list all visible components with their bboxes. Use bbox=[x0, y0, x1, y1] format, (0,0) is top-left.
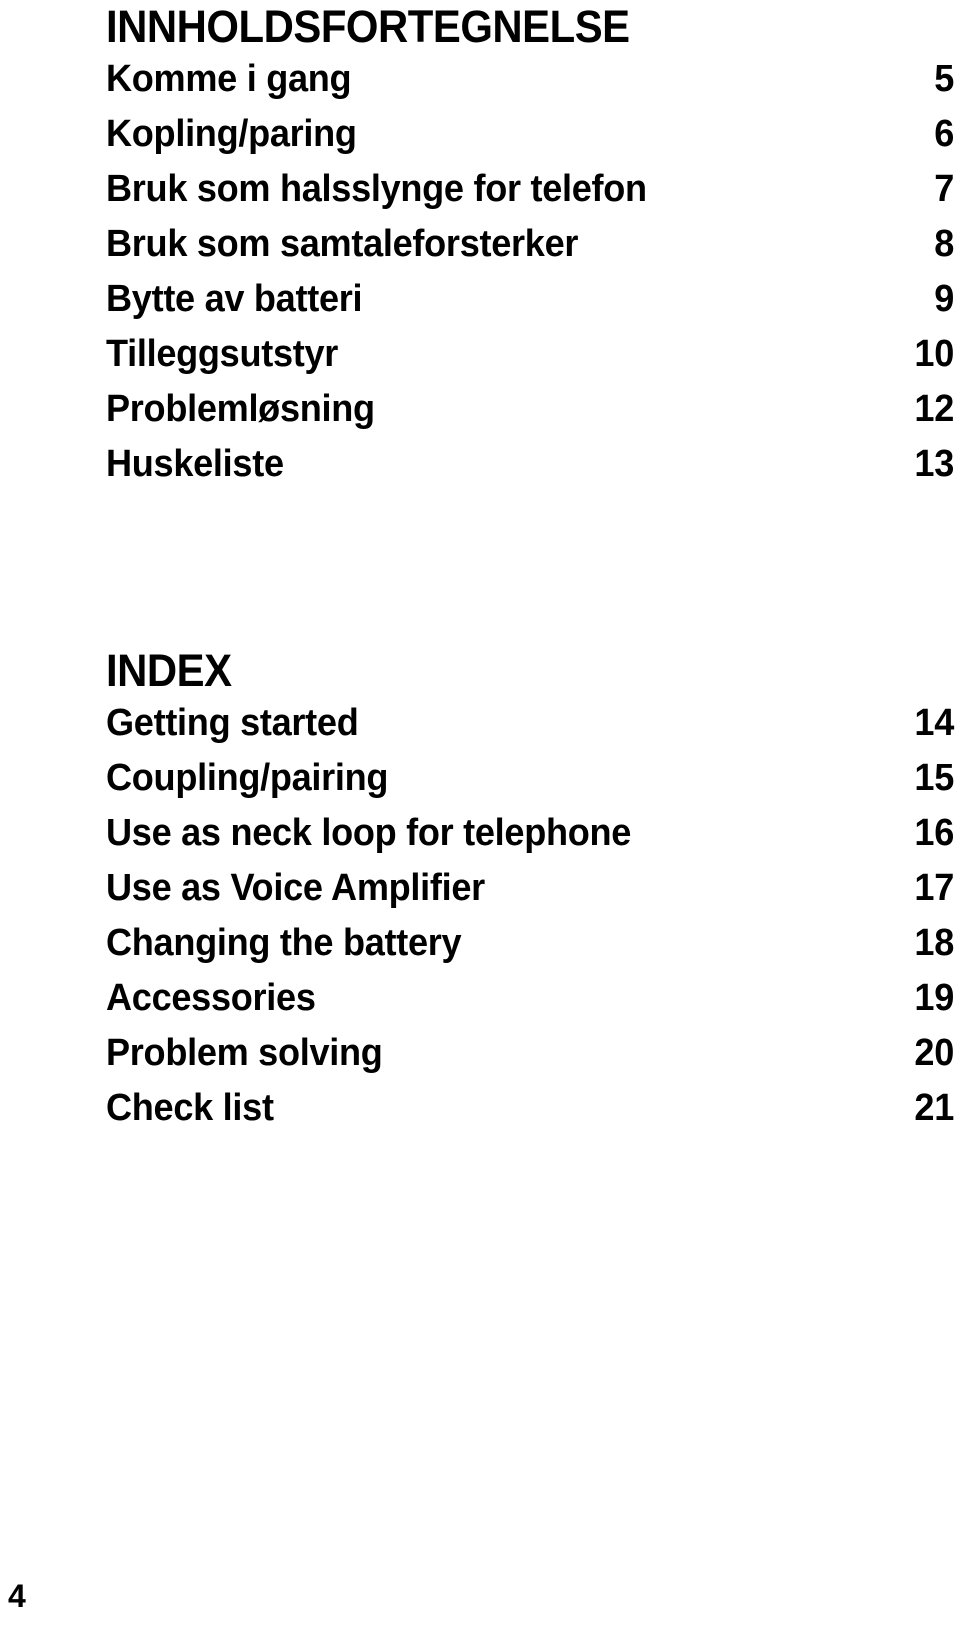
toc-entry-page-number: 12 bbox=[914, 388, 954, 430]
toc-entry-page-number: 19 bbox=[914, 977, 954, 1019]
toc-entry-label: Bruk som samtaleforsterker bbox=[106, 223, 579, 265]
toc-entry-page-number: 7 bbox=[934, 168, 954, 210]
toc-entry-page-number: 5 bbox=[934, 58, 954, 100]
toc-entry[interactable]: Use as Voice Amplifier 17 bbox=[106, 861, 954, 916]
toc-entry-label: Huskeliste bbox=[106, 443, 284, 485]
page-number-folio: 4 bbox=[8, 1578, 26, 1614]
toc-entry-label: Getting started bbox=[106, 702, 359, 744]
toc-entry-label: Problem solving bbox=[106, 1032, 383, 1074]
toc-entry[interactable]: Bruk som halsslynge for telefon 7 bbox=[106, 162, 954, 217]
toc-entry-page-number: 21 bbox=[914, 1087, 954, 1129]
index-list: Getting started 14 Coupling/pairing 15 Use a… bbox=[106, 696, 954, 1136]
toc-entry[interactable]: Problem solving 20 bbox=[106, 1026, 954, 1081]
toc-entry-label: Use as Voice Amplifier bbox=[106, 867, 485, 909]
toc-entry-page-number: 16 bbox=[914, 812, 954, 854]
toc-entry-page-number: 9 bbox=[934, 278, 954, 320]
toc-entry[interactable]: Huskeliste 13 bbox=[106, 437, 954, 492]
toc-entry-page-number: 6 bbox=[934, 113, 954, 155]
toc-entry-label: Changing the battery bbox=[106, 922, 462, 964]
index-heading: INDEX bbox=[106, 645, 232, 696]
toc-entry-page-number: 14 bbox=[914, 702, 954, 744]
toc-entry-label: Check list bbox=[106, 1087, 274, 1129]
toc-entry[interactable]: Check list 21 bbox=[106, 1081, 954, 1136]
toc-entry-page-number: 18 bbox=[914, 922, 954, 964]
toc-entry-page-number: 15 bbox=[914, 757, 954, 799]
page-content: INNHOLDSFORTEGNELSE Komme i gang 5 Kopling… bbox=[106, 0, 954, 1136]
toc-entry-label: Coupling/pairing bbox=[106, 757, 389, 799]
toc-entry[interactable]: Changing the battery 18 bbox=[106, 916, 954, 971]
toc-entry[interactable]: Getting started 14 bbox=[106, 696, 954, 751]
toc-entry-label: Bytte av batteri bbox=[106, 278, 363, 320]
toc-entry-page-number: 17 bbox=[914, 867, 954, 909]
toc-entry[interactable]: Use as neck loop for telephone 16 bbox=[106, 806, 954, 861]
toc-entry[interactable]: Bruk som samtaleforsterker 8 bbox=[106, 217, 954, 272]
document-page: INNHOLDSFORTEGNELSE Komme i gang 5 Kopling… bbox=[0, 0, 960, 1652]
toc-entry-label: Problemløsning bbox=[106, 388, 375, 430]
toc-entry[interactable]: Coupling/pairing 15 bbox=[106, 751, 954, 806]
toc-entry[interactable]: Bytte av batteri 9 bbox=[106, 272, 954, 327]
table-of-contents-heading: INNHOLDSFORTEGNELSE bbox=[106, 1, 630, 52]
table-of-contents-list: Komme i gang 5 Kopling/paring 6 Bruk som hal… bbox=[106, 52, 954, 492]
toc-entry-label: Tilleggsutstyr bbox=[106, 333, 339, 375]
toc-entry-label: Bruk som halsslynge for telefon bbox=[106, 168, 647, 210]
toc-entry-page-number: 13 bbox=[914, 443, 954, 485]
toc-entry-label: Komme i gang bbox=[106, 58, 352, 100]
toc-entry[interactable]: Tilleggsutstyr 10 bbox=[106, 327, 954, 382]
toc-entry[interactable]: Problemløsning 12 bbox=[106, 382, 954, 437]
toc-entry-label: Use as neck loop for telephone bbox=[106, 812, 632, 854]
toc-entry-page-number: 20 bbox=[914, 1032, 954, 1074]
toc-entry-page-number: 8 bbox=[934, 223, 954, 265]
toc-entry-label: Kopling/paring bbox=[106, 113, 357, 155]
toc-entry-label: Accessories bbox=[106, 977, 316, 1019]
toc-entry-page-number: 10 bbox=[914, 333, 954, 375]
toc-entry[interactable]: Kopling/paring 6 bbox=[106, 107, 954, 162]
toc-entry[interactable]: Accessories 19 bbox=[106, 971, 954, 1026]
toc-entry[interactable]: Komme i gang 5 bbox=[106, 52, 954, 107]
